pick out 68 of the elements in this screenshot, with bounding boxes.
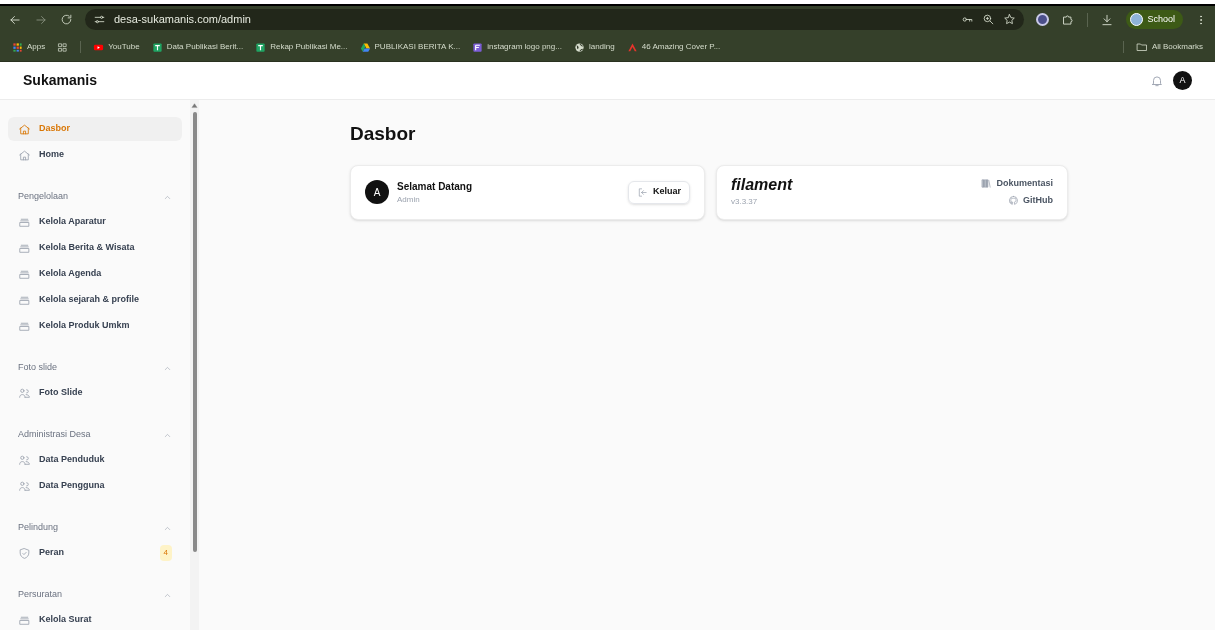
brand-title: Sukamanis	[23, 71, 97, 90]
bookmark-link[interactable]: Data Publikasi Berit...	[151, 41, 244, 53]
nav-item[interactable]: Kelola sejarah & profile	[8, 288, 182, 312]
all-bookmarks-button[interactable]: All Bookmarks	[1135, 41, 1203, 53]
logo-text: filament	[731, 176, 794, 193]
user-avatar[interactable]: A	[1173, 71, 1192, 90]
form-icon	[473, 42, 482, 52]
bookmark-link[interactable]: Rekap Publikasi Me...	[255, 41, 348, 53]
nav-item[interactable]: Kelola Berita & Wisata	[8, 236, 182, 260]
play-icon	[94, 44, 104, 50]
bookmark-link[interactable]: PUBLIKASI BERITA K...	[359, 41, 461, 53]
logout-button[interactable]: Keluar	[628, 180, 690, 204]
logout-icon	[637, 186, 648, 198]
github-icon	[1008, 194, 1019, 206]
extension-icon[interactable]	[1036, 13, 1050, 26]
nav-item[interactable]: Home	[8, 143, 182, 167]
home-icon	[18, 148, 31, 162]
nav-item[interactable]: Foto Slide	[8, 381, 182, 405]
scrollbar-thumb[interactable]	[192, 112, 197, 552]
group-header[interactable]: Pengelolaan	[8, 184, 182, 210]
shield-icon	[18, 546, 31, 560]
nav-item[interactable]: Kelola Agenda	[8, 262, 182, 286]
sheet-icon	[153, 42, 162, 52]
home-icon	[18, 122, 31, 136]
bookmark-link[interactable]: landing	[573, 41, 615, 53]
apps-grid-icon	[13, 42, 22, 52]
scroll-up-icon	[191, 102, 198, 109]
star-icon	[1003, 13, 1017, 26]
nav-item[interactable]: Peran 4	[8, 541, 182, 565]
download-icon	[1100, 12, 1115, 27]
count-badge: 4	[159, 545, 172, 561]
group-header[interactable]: Persuratan	[8, 582, 182, 608]
profile-avatar-icon	[1130, 13, 1144, 26]
folder-icon	[1135, 41, 1148, 53]
globe-icon	[575, 42, 584, 52]
profile-button[interactable]: School	[1126, 10, 1183, 29]
group-header[interactable]: Pelindung	[8, 515, 182, 541]
bookmark-link[interactable]: YouTube	[93, 41, 140, 53]
doc-link[interactable]: GitHub	[1008, 193, 1053, 207]
user-name: Admin	[397, 193, 421, 206]
nav-item[interactable]: Kelola Surat	[8, 608, 182, 630]
greeting-text: Selamat Datang	[397, 179, 474, 194]
sheet-icon	[256, 42, 265, 52]
bookmark-link[interactable]: 46 Amazing Cover P...	[626, 41, 721, 53]
nav-item[interactable]: Kelola Produk Umkm	[8, 314, 182, 338]
reload-icon	[60, 13, 73, 26]
zoom-icon	[982, 13, 996, 26]
address-bar[interactable]: desa-sukamanis.com/admin	[85, 9, 1025, 30]
bell-icon	[1150, 73, 1164, 88]
user-avatar: A	[365, 180, 389, 204]
nav-item[interactable]: Kelola Aparatur	[8, 210, 182, 234]
nav-item[interactable]: Data Penduduk	[8, 448, 182, 472]
bookmark-link[interactable]: instagram logo png...	[472, 41, 562, 53]
users-icon	[18, 386, 31, 400]
site-settings-icon	[93, 13, 106, 26]
page-title: Dasbor	[350, 122, 417, 146]
version-text: v3.3.37	[731, 195, 759, 208]
users-icon	[18, 479, 31, 493]
doc-link[interactable]: Dokumentasi	[981, 177, 1053, 191]
group-header[interactable]: Administrasi Desa	[8, 422, 182, 448]
nav-item[interactable]: Data Pengguna	[8, 474, 182, 498]
users-icon	[18, 453, 31, 467]
book-icon	[981, 178, 993, 190]
group-header[interactable]: Foto slide	[8, 355, 182, 381]
triangle-icon	[360, 42, 370, 52]
url-text: desa-sukamanis.com/admin	[114, 12, 251, 28]
bookmark-link[interactable]: Apps	[12, 41, 46, 53]
tab-groups-icon	[57, 41, 69, 53]
